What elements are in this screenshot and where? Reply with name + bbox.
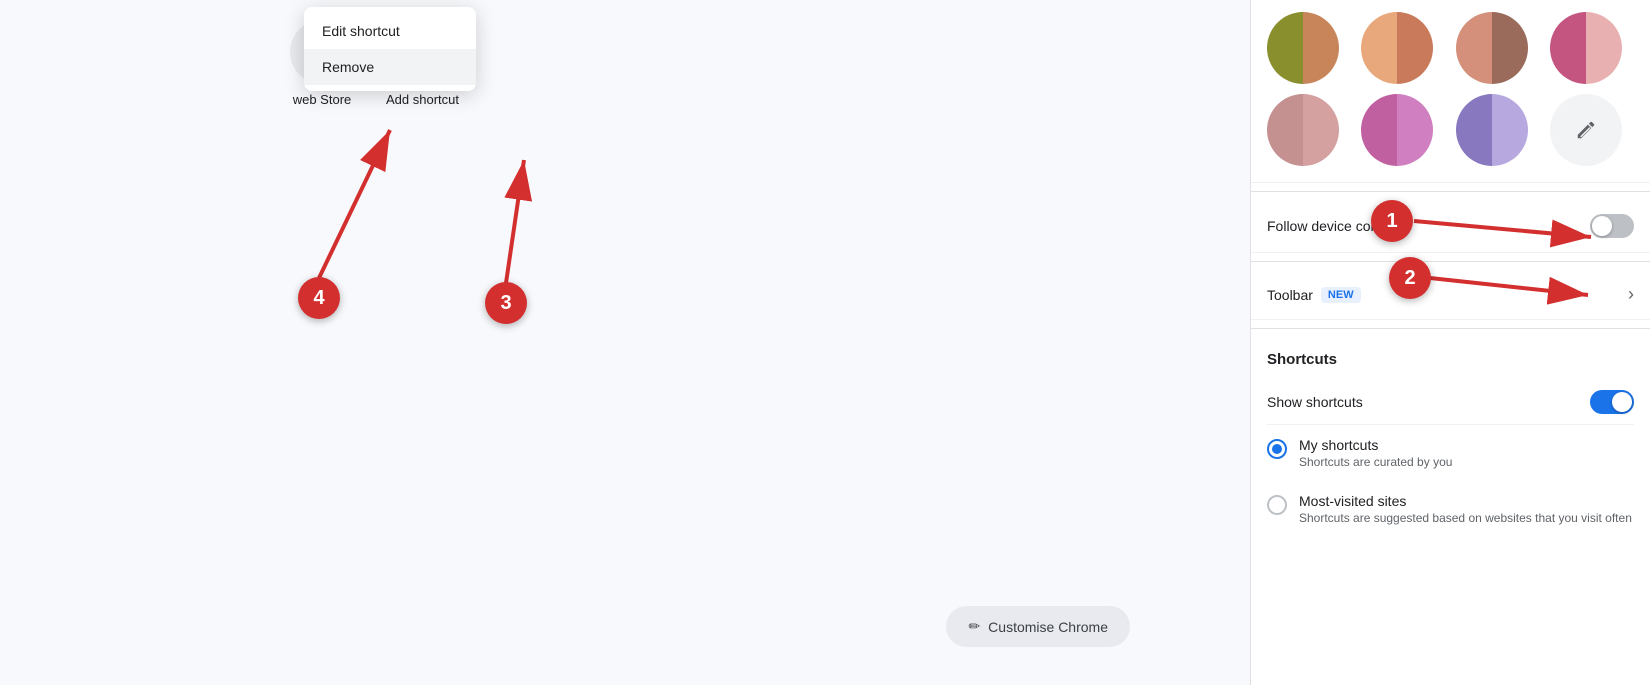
divider-3 xyxy=(1251,328,1650,329)
toolbar-label: Toolbar xyxy=(1267,287,1313,303)
shortcuts-section: Shortcuts Show shortcuts My shortcuts Sh… xyxy=(1251,337,1650,541)
main-area: Edit shortcut Remove web Store + Add sho… xyxy=(0,0,1250,685)
most-visited-desc: Shortcuts are suggested based on website… xyxy=(1299,511,1632,525)
show-shortcuts-toggle-knob xyxy=(1612,392,1632,412)
shortcuts-section-title: Shortcuts xyxy=(1267,351,1634,368)
context-menu: Edit shortcut Remove xyxy=(304,7,476,91)
most-visited-radio[interactable] xyxy=(1267,495,1287,515)
my-shortcuts-label: My shortcuts xyxy=(1299,437,1452,453)
divider-2 xyxy=(1251,261,1650,262)
swatch-5[interactable] xyxy=(1267,94,1339,166)
chevron-right-icon: › xyxy=(1628,284,1634,305)
swatch-2[interactable] xyxy=(1361,12,1433,84)
color-swatches-section xyxy=(1251,0,1650,183)
my-shortcuts-option[interactable]: My shortcuts Shortcuts are curated by yo… xyxy=(1267,425,1634,481)
toolbar-new-badge: NEW xyxy=(1321,287,1361,303)
pencil-icon: ✏ xyxy=(968,618,980,635)
annotation-1: 1 xyxy=(1371,200,1413,242)
my-shortcuts-radio[interactable] xyxy=(1267,439,1287,459)
toggle-knob xyxy=(1592,216,1612,236)
most-visited-text: Most-visited sites Shortcuts are suggest… xyxy=(1299,493,1632,525)
most-visited-label: Most-visited sites xyxy=(1299,493,1632,509)
arrows-overlay xyxy=(0,0,1250,685)
annotation-4: 4 xyxy=(298,277,340,319)
show-shortcuts-toggle[interactable] xyxy=(1590,390,1634,414)
toolbar-row[interactable]: Toolbar NEW › xyxy=(1251,270,1650,320)
swatch-6[interactable] xyxy=(1361,94,1433,166)
remove-item[interactable]: Remove xyxy=(304,49,476,85)
swatch-4[interactable] xyxy=(1550,12,1622,84)
annotation-3: 3 xyxy=(485,282,527,324)
most-visited-option[interactable]: Most-visited sites Shortcuts are suggest… xyxy=(1267,481,1634,537)
edit-shortcut-item[interactable]: Edit shortcut xyxy=(304,13,476,49)
annotation-2: 2 xyxy=(1389,257,1431,299)
swatch-3[interactable] xyxy=(1456,12,1528,84)
customise-chrome-label: Customise Chrome xyxy=(988,619,1108,635)
custom-color-swatch[interactable] xyxy=(1550,94,1622,166)
follow-device-colours-toggle[interactable] xyxy=(1590,214,1634,238)
swatch-1[interactable] xyxy=(1267,12,1339,84)
show-shortcuts-row: Show shortcuts xyxy=(1267,380,1634,425)
divider-1 xyxy=(1251,191,1650,192)
customise-chrome-button[interactable]: ✏ Customise Chrome xyxy=(946,606,1130,647)
add-shortcut-label: Add shortcut xyxy=(386,92,459,107)
toolbar-left: Toolbar NEW xyxy=(1267,287,1361,303)
my-shortcuts-desc: Shortcuts are curated by you xyxy=(1299,455,1452,469)
right-panel: Follow device colours Toolbar NEW › Shor… xyxy=(1250,0,1650,685)
web-store-label: web Store xyxy=(293,92,352,107)
swatches-grid xyxy=(1267,12,1634,166)
swatch-7[interactable] xyxy=(1456,94,1528,166)
show-shortcuts-label: Show shortcuts xyxy=(1267,394,1363,410)
follow-device-colours-row: Follow device colours xyxy=(1251,200,1650,253)
my-shortcuts-text: My shortcuts Shortcuts are curated by yo… xyxy=(1299,437,1452,469)
